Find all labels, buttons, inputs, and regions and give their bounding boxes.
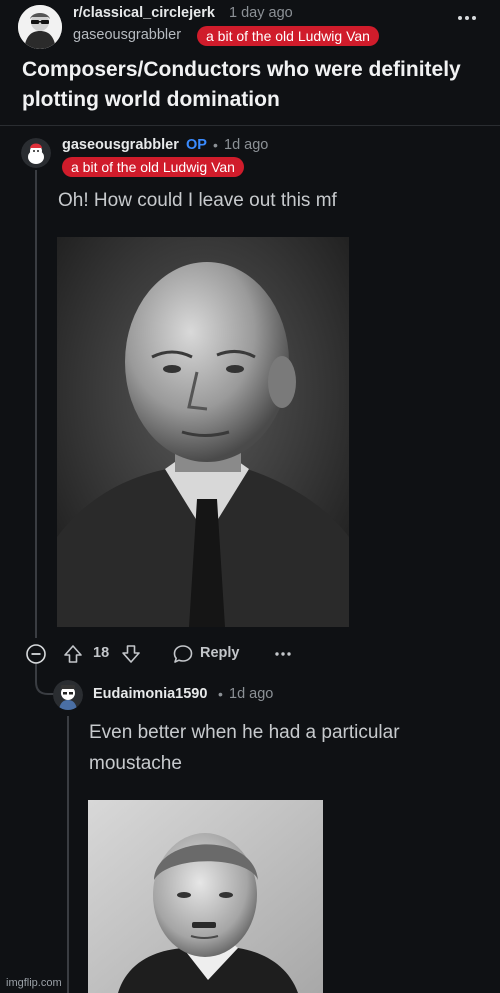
more-horizontal-icon — [458, 16, 476, 20]
portrait-photo — [88, 800, 323, 993]
comment-more-button[interactable] — [273, 644, 293, 664]
reply-button[interactable]: Reply — [172, 643, 252, 665]
comment-author-flair: a bit of the old Ludwig Van — [62, 157, 244, 177]
reply-age: 1d ago — [229, 686, 274, 702]
subreddit-name[interactable]: r/classical_circlejerk — [73, 5, 215, 21]
commenter-avatar[interactable] — [21, 138, 51, 168]
upvote-arrow-icon — [64, 645, 82, 663]
comment-body: Oh! How could I leave out this mf — [58, 190, 337, 211]
post-author[interactable]: gaseousgrabbler — [73, 27, 181, 43]
upvote-button[interactable] — [62, 643, 84, 665]
collapse-minus-icon — [26, 644, 46, 664]
separator-dot: • — [218, 686, 223, 702]
post-author-flair: a bit of the old Ludwig Van — [197, 26, 379, 46]
reply-author[interactable]: Eudaimonia1590 — [93, 686, 207, 702]
thread-line[interactable] — [35, 170, 37, 638]
post-age: 1 day ago — [229, 5, 293, 21]
op-badge: OP — [186, 137, 207, 153]
subreddit-avatar[interactable] — [18, 5, 62, 49]
collapse-button[interactable] — [25, 643, 47, 665]
reply-body: Even better when he had a particular mou… — [89, 722, 400, 774]
post-title[interactable]: Composers/Conductors who were definitely… — [22, 55, 482, 115]
snoo-avatar-icon — [21, 138, 51, 168]
post-header: r/classical_circlejerk 1 day ago gaseous… — [0, 0, 500, 126]
comment-author[interactable]: gaseousgrabbler — [62, 137, 179, 153]
comment-image-portrait[interactable] — [57, 237, 349, 627]
watermark-text: imgflip.com — [6, 977, 62, 989]
thread-line-reply[interactable] — [67, 716, 69, 993]
reply-label: Reply — [200, 645, 240, 661]
more-horizontal-icon — [275, 652, 291, 656]
vote-score: 18 — [93, 645, 110, 661]
downvote-button[interactable] — [120, 643, 142, 665]
downvote-arrow-icon — [122, 645, 140, 663]
portrait-photo — [57, 237, 349, 627]
reply-image-portrait[interactable] — [88, 800, 323, 993]
comment-age: 1d ago — [224, 137, 269, 153]
reply-bubble-icon — [173, 645, 193, 663]
post-more-button[interactable] — [456, 8, 478, 28]
reply-author-avatar[interactable] — [53, 680, 83, 710]
snoo-avatar-icon — [53, 680, 83, 710]
separator-dot: • — [213, 137, 218, 153]
subreddit-avatar-icon — [18, 5, 62, 49]
